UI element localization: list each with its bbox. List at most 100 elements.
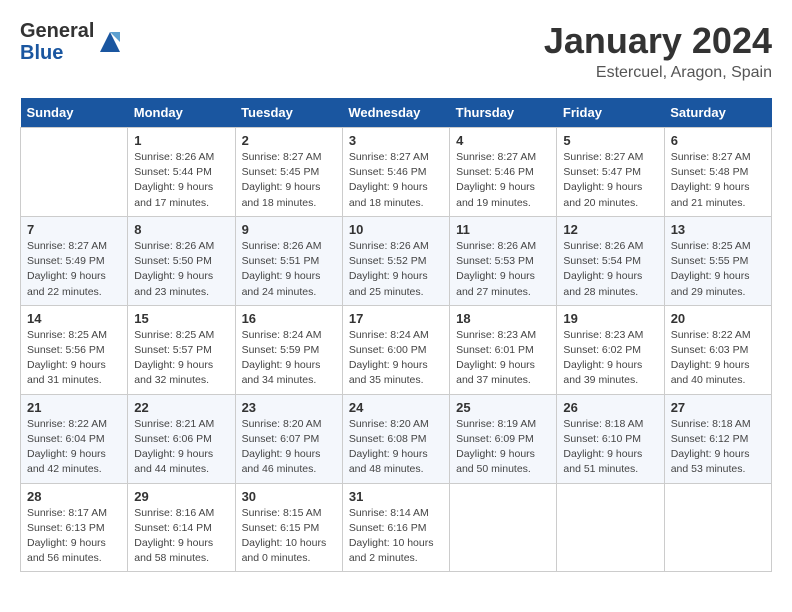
day-number: 17	[349, 311, 443, 326]
calendar-body: 1Sunrise: 8:26 AM Sunset: 5:44 PM Daylig…	[21, 128, 772, 572]
calendar-cell: 17 Sunrise: 8:24 AM Sunset: 6:00 PM Dayli…	[342, 305, 449, 394]
calendar-cell: 8 Sunrise: 8:26 AM Sunset: 5:50 PM Daylig…	[128, 216, 235, 305]
day-info: Sunrise: 8:23 AM Sunset: 6:02 PM Dayligh…	[563, 328, 657, 389]
day-info: Sunrise: 8:26 AM Sunset: 5:52 PM Dayligh…	[349, 239, 443, 300]
day-number: 24	[349, 400, 443, 415]
calendar-header: SundayMondayTuesdayWednesdayThursdayFrid…	[21, 98, 772, 128]
day-number: 15	[134, 311, 228, 326]
calendar-cell: 22Sunrise: 8:21 AM Sunset: 6:06 PM Dayli…	[128, 394, 235, 483]
calendar-cell: 27 Sunrise: 8:18 AM Sunset: 6:12 PM Dayli…	[664, 394, 771, 483]
calendar-cell: 2Sunrise: 8:27 AM Sunset: 5:45 PM Daylig…	[235, 128, 342, 217]
day-info: Sunrise: 8:26 AM Sunset: 5:53 PM Dayligh…	[456, 239, 550, 300]
calendar-cell: 16 Sunrise: 8:24 AM Sunset: 5:59 PM Dayli…	[235, 305, 342, 394]
day-info: Sunrise: 8:18 AM Sunset: 6:10 PM Dayligh…	[563, 417, 657, 478]
day-info: Sunrise: 8:22 AM Sunset: 6:04 PM Dayligh…	[27, 417, 121, 478]
week-row-1: 1Sunrise: 8:26 AM Sunset: 5:44 PM Daylig…	[21, 128, 772, 217]
logo-blue: Blue	[20, 42, 63, 64]
day-number: 5	[563, 133, 657, 148]
day-info: Sunrise: 8:16 AM Sunset: 6:14 PM Dayligh…	[134, 506, 228, 567]
day-number: 18	[456, 311, 550, 326]
col-header-sunday: Sunday	[21, 98, 128, 128]
calendar-cell	[21, 128, 128, 217]
day-number: 12	[563, 222, 657, 237]
day-number: 28	[27, 489, 121, 504]
day-info: Sunrise: 8:22 AM Sunset: 6:03 PM Dayligh…	[671, 328, 765, 389]
calendar-cell	[664, 483, 771, 572]
logo-text: General Blue	[20, 20, 94, 64]
day-info: Sunrise: 8:19 AM Sunset: 6:09 PM Dayligh…	[456, 417, 550, 478]
calendar-cell: 31 Sunrise: 8:14 AM Sunset: 6:16 PM Dayli…	[342, 483, 449, 572]
calendar-cell: 11 Sunrise: 8:26 AM Sunset: 5:53 PM Dayli…	[450, 216, 557, 305]
day-number: 11	[456, 222, 550, 237]
calendar-cell	[557, 483, 664, 572]
calendar-cell: 3Sunrise: 8:27 AM Sunset: 5:46 PM Daylig…	[342, 128, 449, 217]
calendar-cell: 10Sunrise: 8:26 AM Sunset: 5:52 PM Dayli…	[342, 216, 449, 305]
day-info: Sunrise: 8:14 AM Sunset: 6:16 PM Dayligh…	[349, 506, 443, 567]
day-number: 25	[456, 400, 550, 415]
calendar-cell: 20Sunrise: 8:22 AM Sunset: 6:03 PM Dayli…	[664, 305, 771, 394]
day-number: 1	[134, 133, 228, 148]
calendar-cell: 19Sunrise: 8:23 AM Sunset: 6:02 PM Dayli…	[557, 305, 664, 394]
day-info: Sunrise: 8:27 AM Sunset: 5:48 PM Dayligh…	[671, 150, 765, 211]
calendar-cell: 1Sunrise: 8:26 AM Sunset: 5:44 PM Daylig…	[128, 128, 235, 217]
day-number: 8	[134, 222, 228, 237]
week-row-2: 7 Sunrise: 8:27 AM Sunset: 5:49 PM Daylig…	[21, 216, 772, 305]
week-row-5: 28 Sunrise: 8:17 AM Sunset: 6:13 PM Dayli…	[21, 483, 772, 572]
day-info: Sunrise: 8:23 AM Sunset: 6:01 PM Dayligh…	[456, 328, 550, 389]
day-info: Sunrise: 8:26 AM Sunset: 5:54 PM Dayligh…	[563, 239, 657, 300]
col-header-friday: Friday	[557, 98, 664, 128]
day-number: 21	[27, 400, 121, 415]
day-number: 22	[134, 400, 228, 415]
day-number: 13	[671, 222, 765, 237]
day-info: Sunrise: 8:24 AM Sunset: 6:00 PM Dayligh…	[349, 328, 443, 389]
week-row-4: 21 Sunrise: 8:22 AM Sunset: 6:04 PM Dayli…	[21, 394, 772, 483]
calendar-cell: 5 Sunrise: 8:27 AM Sunset: 5:47 PM Daylig…	[557, 128, 664, 217]
day-info: Sunrise: 8:15 AM Sunset: 6:15 PM Dayligh…	[242, 506, 336, 567]
day-info: Sunrise: 8:20 AM Sunset: 6:07 PM Dayligh…	[242, 417, 336, 478]
day-info: Sunrise: 8:26 AM Sunset: 5:51 PM Dayligh…	[242, 239, 336, 300]
day-info: Sunrise: 8:24 AM Sunset: 5:59 PM Dayligh…	[242, 328, 336, 389]
day-info: Sunrise: 8:27 AM Sunset: 5:47 PM Dayligh…	[563, 150, 657, 211]
day-info: Sunrise: 8:26 AM Sunset: 5:50 PM Dayligh…	[134, 239, 228, 300]
calendar-cell: 26 Sunrise: 8:18 AM Sunset: 6:10 PM Dayli…	[557, 394, 664, 483]
day-info: Sunrise: 8:18 AM Sunset: 6:12 PM Dayligh…	[671, 417, 765, 478]
day-info: Sunrise: 8:17 AM Sunset: 6:13 PM Dayligh…	[27, 506, 121, 567]
calendar-cell: 29 Sunrise: 8:16 AM Sunset: 6:14 PM Dayli…	[128, 483, 235, 572]
calendar-cell: 30 Sunrise: 8:15 AM Sunset: 6:15 PM Dayli…	[235, 483, 342, 572]
day-number: 4	[456, 133, 550, 148]
col-header-saturday: Saturday	[664, 98, 771, 128]
day-number: 30	[242, 489, 336, 504]
calendar-cell: 21 Sunrise: 8:22 AM Sunset: 6:04 PM Dayli…	[21, 394, 128, 483]
day-number: 14	[27, 311, 121, 326]
calendar-cell: 23 Sunrise: 8:20 AM Sunset: 6:07 PM Dayli…	[235, 394, 342, 483]
col-header-tuesday: Tuesday	[235, 98, 342, 128]
calendar-cell: 12 Sunrise: 8:26 AM Sunset: 5:54 PM Dayli…	[557, 216, 664, 305]
week-row-3: 14 Sunrise: 8:25 AM Sunset: 5:56 PM Dayli…	[21, 305, 772, 394]
day-info: Sunrise: 8:27 AM Sunset: 5:49 PM Dayligh…	[27, 239, 121, 300]
calendar-table: SundayMondayTuesdayWednesdayThursdayFrid…	[20, 98, 772, 572]
header: General Blue January 2024 Estercuel, Ara…	[20, 20, 772, 82]
day-info: Sunrise: 8:25 AM Sunset: 5:56 PM Dayligh…	[27, 328, 121, 389]
day-number: 29	[134, 489, 228, 504]
calendar-cell	[450, 483, 557, 572]
calendar-cell: 14 Sunrise: 8:25 AM Sunset: 5:56 PM Dayli…	[21, 305, 128, 394]
calendar-title: January 2024	[544, 20, 772, 62]
day-info: Sunrise: 8:27 AM Sunset: 5:45 PM Dayligh…	[242, 150, 336, 211]
day-number: 27	[671, 400, 765, 415]
calendar-cell: 6 Sunrise: 8:27 AM Sunset: 5:48 PM Daylig…	[664, 128, 771, 217]
day-number: 16	[242, 311, 336, 326]
day-number: 26	[563, 400, 657, 415]
col-header-wednesday: Wednesday	[342, 98, 449, 128]
day-number: 6	[671, 133, 765, 148]
day-info: Sunrise: 8:27 AM Sunset: 5:46 PM Dayligh…	[349, 150, 443, 211]
title-block: January 2024 Estercuel, Aragon, Spain	[544, 20, 772, 82]
calendar-cell: 25 Sunrise: 8:19 AM Sunset: 6:09 PM Dayli…	[450, 394, 557, 483]
calendar-subtitle: Estercuel, Aragon, Spain	[544, 64, 772, 82]
day-number: 7	[27, 222, 121, 237]
calendar-cell: 9Sunrise: 8:26 AM Sunset: 5:51 PM Daylig…	[235, 216, 342, 305]
day-number: 23	[242, 400, 336, 415]
calendar-cell: 13Sunrise: 8:25 AM Sunset: 5:55 PM Dayli…	[664, 216, 771, 305]
col-header-thursday: Thursday	[450, 98, 557, 128]
calendar-cell: 18 Sunrise: 8:23 AM Sunset: 6:01 PM Dayli…	[450, 305, 557, 394]
day-number: 31	[349, 489, 443, 504]
